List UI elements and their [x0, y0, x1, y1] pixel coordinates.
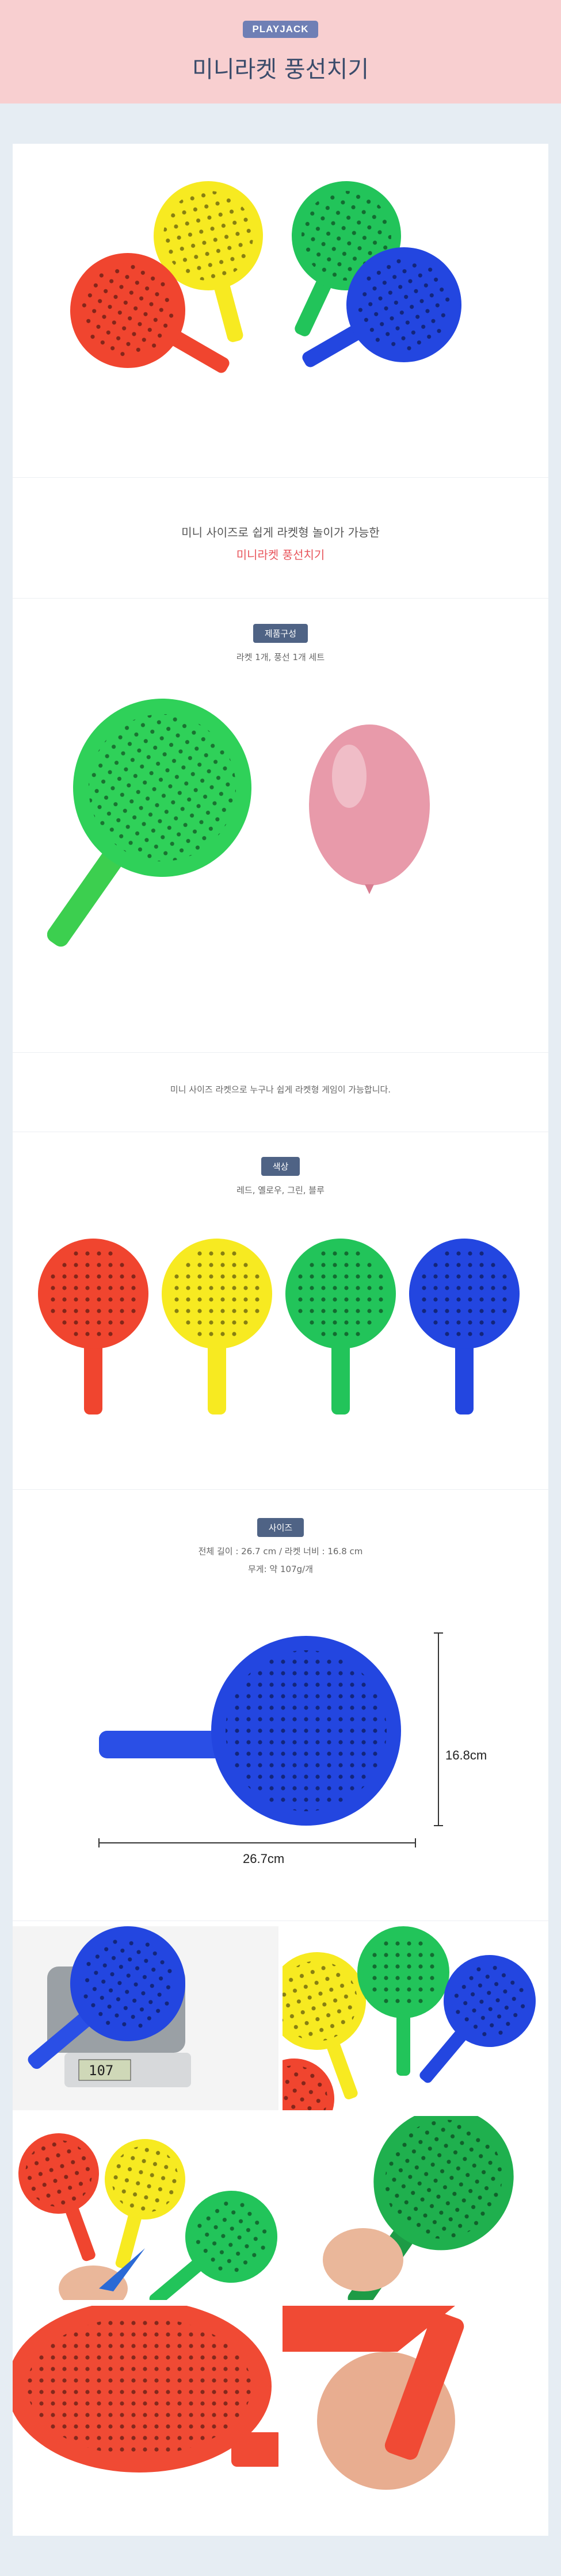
components-block: 제품구성 라켓 1개, 풍선 1개 세트 [13, 624, 548, 663]
colors-text: 레드, 옐로우, 그린, 블루 [236, 1185, 325, 1195]
divider [13, 598, 548, 599]
section-badge: 색상 [261, 1157, 300, 1176]
photo-three-rackets [283, 1926, 548, 2110]
color-rackets-image [38, 1239, 520, 1414]
racket-icon [409, 1239, 520, 1414]
brand-badge: PLAYJACK [243, 21, 318, 38]
racket-icon [38, 1239, 148, 1414]
weight-text: 무게: 약 107g/개 [248, 1564, 313, 1574]
divider [13, 477, 548, 478]
balloon-icon [309, 724, 430, 894]
section-badge: 제품구성 [253, 624, 308, 643]
hero-rackets-image [70, 181, 461, 373]
size-diagram-image [98, 1632, 443, 1847]
length-label: 26.7cm [243, 1851, 285, 1866]
page-title: 미니라켓 풍선치기 [192, 56, 369, 83]
section-badge: 사이즈 [257, 1518, 304, 1537]
racket-icon [162, 1239, 272, 1414]
divider [13, 1052, 548, 1053]
size-block: 사이즈 전체 길이 : 26.7 cm / 라켓 너비 : 16.8 cm 무게… [13, 1518, 548, 1575]
racket-icon [285, 1239, 396, 1414]
desc-text: 미니 사이즈 라켓으로 누구나 쉽게 라켓형 게임이 가능합니다. [170, 1084, 391, 1095]
intro-highlight: 미니라켓 풍선치기 [236, 548, 325, 562]
size-text: 전체 길이 : 26.7 cm / 라켓 너비 : 16.8 cm [198, 1546, 363, 1557]
product-detail-card: 미니 사이즈로 쉽게 라켓형 놀이가 가능한 미니라켓 풍선치기 제품구성 라켓… [13, 144, 548, 2536]
racket-icon [47, 699, 251, 947]
divider [13, 1920, 548, 1921]
components-text: 라켓 1개, 풍선 1개 세트 [236, 652, 325, 662]
photo-rackets-hand [13, 2116, 278, 2300]
desc-block: 미니 사이즈 라켓으로 누구나 쉽게 라켓형 게임이 가능합니다. [13, 1083, 548, 1095]
scale-reading: 107 [89, 2063, 114, 2079]
colors-block: 색상 레드, 옐로우, 그린, 블루 [13, 1157, 548, 1196]
width-label: 16.8cm [445, 1748, 487, 1762]
racket-and-balloon-image [47, 699, 430, 947]
photo-red-closeup [13, 2306, 278, 2490]
racket-icon [99, 1636, 401, 1826]
photo-grip-closeup [283, 2306, 548, 2490]
intro-line: 미니 사이즈로 쉽게 라켓형 놀이가 가능한 [181, 526, 380, 539]
intro-block: 미니 사이즈로 쉽게 라켓형 놀이가 가능한 미니라켓 풍선치기 [13, 523, 548, 562]
page-header: PLAYJACK 미니라켓 풍선치기 [0, 0, 561, 103]
racket-icon [13, 2306, 278, 2472]
photo-green-racket [283, 2116, 548, 2300]
divider [13, 1489, 548, 1490]
photo-scale: 107 [13, 1926, 278, 2110]
